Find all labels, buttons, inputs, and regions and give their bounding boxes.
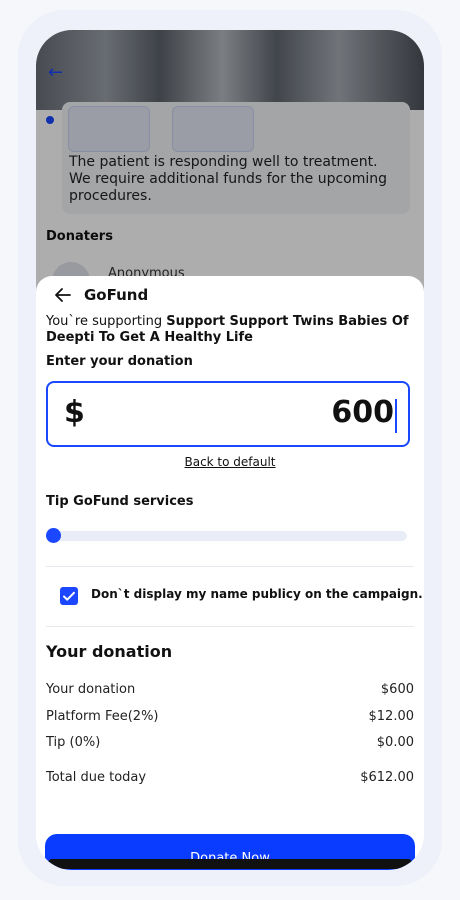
total-label: Total due today <box>46 770 147 785</box>
tip-slider[interactable] <box>46 528 407 543</box>
home-indicator <box>48 859 412 869</box>
summary-row: Your donation $600 <box>46 682 414 697</box>
summary-title: Your donation <box>46 642 173 661</box>
tip-label: Tip GoFund services <box>46 494 194 509</box>
anonymous-label: Don`t display my name publicy on the cam… <box>91 587 423 601</box>
summary-label: Your donation <box>46 682 136 697</box>
total-value: $612.00 <box>360 770 414 785</box>
donation-amount-value: 600 <box>331 395 394 430</box>
sheet-header: GoFund <box>54 284 148 306</box>
currency-symbol: $ <box>64 395 85 430</box>
donation-amount-input[interactable]: $ 600 <box>46 381 410 447</box>
summary-value: $12.00 <box>368 709 415 724</box>
checkmark-icon <box>63 591 75 601</box>
phone-screen: ← The patient is responding well to trea… <box>36 30 424 870</box>
divider <box>46 566 414 567</box>
summary-row: Platform Fee(2%) $12.00 <box>46 709 414 724</box>
donation-input-label: Enter your donation <box>46 354 193 369</box>
tip-slider-handle[interactable] <box>46 528 61 543</box>
supporting-prefix: You`re supporting <box>46 314 167 329</box>
summary-value: $0.00 <box>376 735 414 750</box>
back-arrow-icon[interactable] <box>54 286 72 304</box>
sheet-title: GoFund <box>84 286 149 304</box>
divider <box>46 626 414 627</box>
summary-row: Tip (0%) $0.00 <box>46 735 414 750</box>
text-caret <box>395 399 397 433</box>
summary-label: Platform Fee(2%) <box>46 709 159 724</box>
back-to-default-link[interactable]: Back to default <box>36 455 424 469</box>
donation-sheet: GoFund You`re supporting Support Support… <box>36 276 424 870</box>
supporting-text: You`re supporting Support Support Twins … <box>46 314 416 346</box>
summary-value: $600 <box>380 682 414 697</box>
summary-label: Tip (0%) <box>46 735 101 750</box>
anonymous-checkbox[interactable] <box>60 587 78 605</box>
total-row: Total due today $612.00 <box>46 770 414 785</box>
